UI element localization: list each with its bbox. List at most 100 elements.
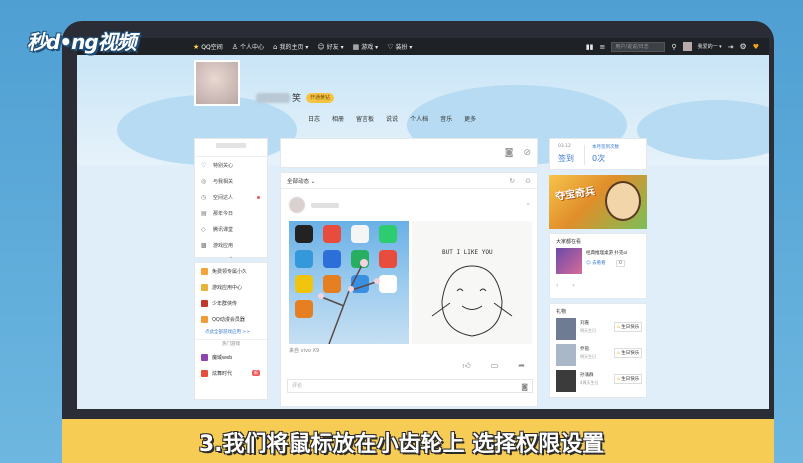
gift-icon: ⌂ (617, 325, 620, 330)
blossom-branches (318, 259, 380, 344)
feed-panel: 全部动态 ⌄ ↻ ⊙ ⌄ BUT I LIKE YOU 来自 vivo X9 👍… (280, 172, 538, 407)
birthday-gift-button[interactable]: ⌂ 生日快乐 (614, 374, 643, 384)
left-sidebar: ♡ 特别关心 ◎ 与我相关 ◷ 空间达人 ▤ 那年今日 ◇ 腾讯课堂 ▩ 游戏应… (194, 138, 268, 400)
birthday-gift-button[interactable]: ⌂ 生日快乐 (614, 322, 643, 332)
app-item-game-center[interactable]: 游戏应用中心 (195, 279, 267, 295)
settings-circle-icon[interactable]: ⊙ (525, 177, 531, 185)
app-icon (201, 299, 208, 307)
divider (584, 145, 585, 165)
right-sidebar: 03.12 签到 本月签到次数 0次 夺宝奇兵 大家都在看 经典推理桌游 扑克o… (549, 138, 647, 398)
vip-badge[interactable]: 开通黄钻 (306, 93, 335, 103)
sidebar-item-related[interactable]: ◎ 与我相关 (195, 173, 267, 189)
video-watermark-logo: 秒d•ng视频 (27, 30, 137, 54)
circle-icon: ◎ (201, 177, 207, 185)
post-photo-doodle[interactable]: BUT I LIKE YOU (412, 221, 532, 344)
all-games-link[interactable]: 点此全部游戏应用 >> (195, 327, 267, 339)
search-icon[interactable]: ⚲ (671, 43, 676, 51)
app-menu-panel: 免费领专属小久 游戏应用中心 少年群侠传 QQ动漫会员器 点此全部游戏应用 >>… (194, 262, 268, 400)
tab-music[interactable]: 音乐 (440, 114, 452, 123)
gift-row: 乔茵 明天生日 ⌂ 生日快乐 (556, 344, 644, 368)
feed-tools: ↻ ⊙ (509, 177, 531, 185)
sign-in-button[interactable]: 签到 (558, 153, 574, 164)
camera-icon[interactable]: ◙ (521, 381, 528, 393)
gift-icon: ♡ (387, 42, 394, 51)
sidebar-item-expert[interactable]: ◷ 空间达人 (195, 189, 267, 205)
search-input[interactable]: 用户/说说/日志 (611, 41, 666, 52)
sidebar-item-this-day[interactable]: ▤ 那年今日 (195, 205, 267, 221)
friend-avatar[interactable] (556, 344, 576, 366)
notification-dot (257, 195, 260, 199)
sidebar-item-classroom[interactable]: ◇ 腾讯课堂 (195, 221, 267, 237)
sign-date: 03.12 (558, 144, 571, 149)
recommended-game-name[interactable]: 经典推理桌游 扑克ol (586, 250, 644, 256)
sidebar-item-game-apps[interactable]: ▩ 游戏应用 (195, 237, 267, 253)
smiling-face-doodle (431, 265, 513, 337)
hot-games-label: 热门游戏 (195, 339, 267, 349)
tab-album[interactable]: 相册 (332, 114, 344, 123)
post-author[interactable] (289, 197, 339, 213)
recommended-title: 大家都在看 (556, 239, 582, 245)
app-item-qunxia[interactable]: 少年群侠传 (195, 295, 267, 311)
sidebar-item-special-care[interactable]: ♡ 特别关心 (195, 157, 267, 173)
game-icon (201, 369, 208, 377)
stats-icon[interactable]: ▮▮ (586, 43, 594, 51)
friend-avatar[interactable] (556, 370, 576, 392)
gear-icon[interactable]: ⚙ (740, 42, 747, 51)
game-item-moyu[interactable]: 魔域web (195, 349, 267, 365)
post-actions: 👍︎ ▭ ➦ (462, 361, 525, 371)
sign-total-label: 本月签到次数 (592, 145, 619, 150)
feed-filter[interactable]: 全部动态 ⌄ (287, 177, 315, 185)
app-item-xiaojiu[interactable]: 免费领专属小久 (195, 263, 267, 279)
share-icon[interactable]: ➦ (518, 361, 525, 371)
refresh-icon[interactable]: ↻ (509, 177, 515, 185)
diamond-icon[interactable]: ♥ (753, 43, 759, 51)
app-icon (201, 283, 208, 291)
compose-tools: ◙ ⊘ (505, 148, 531, 158)
topbar-item-decorate[interactable]: ♡ 装扮 ▾ (387, 42, 412, 52)
like-icon[interactable]: 👍︎ (462, 361, 470, 371)
post-photo-phone-screenshot[interactable] (289, 221, 409, 344)
profile-name: 笑 (292, 94, 302, 104)
qzone-brand[interactable]: ★ QQ空间 (193, 42, 223, 52)
go-see-button[interactable]: ☺ 去看看 (586, 260, 606, 266)
app-item-comic-vip[interactable]: QQ动漫会员器 (195, 311, 267, 327)
game-item-xuanwu[interactable]: 炫舞时代 新 (195, 365, 267, 381)
comment-icon[interactable]: ▭ (491, 361, 499, 371)
logout-icon[interactable]: ⇥ (728, 43, 734, 51)
recommended-game-image[interactable] (556, 248, 582, 274)
compose-box[interactable]: ◙ ⊘ (280, 138, 538, 168)
menu-icon[interactable]: ≡ (600, 43, 606, 51)
tab-home[interactable] (286, 114, 296, 123)
topbar-item-personal-center[interactable]: ♙ 个人中心 (232, 42, 264, 52)
tab-shuoshuo[interactable]: 说说 (386, 114, 398, 123)
birthday-gift-button[interactable]: ⌂ 生日快乐 (614, 348, 643, 358)
home-icon: ⌂ (273, 42, 278, 51)
post-avatar[interactable] (289, 197, 305, 213)
comment-input[interactable]: 评论 ◙ (287, 379, 533, 393)
tab-more[interactable]: 更多 (464, 114, 476, 123)
topbar-item-my-home[interactable]: ⌂ 我的主页 ▾ (273, 42, 308, 52)
friend-avatar[interactable] (556, 318, 576, 340)
user-avatar[interactable] (682, 42, 692, 51)
tab-message-board[interactable]: 留言板 (356, 114, 374, 123)
chevron-down-icon[interactable]: ⌄ (525, 199, 531, 207)
camera-icon[interactable]: ◙ (505, 148, 514, 158)
tab-blog[interactable]: 日志 (308, 114, 320, 123)
topbar-item-games[interactable]: ▦ 游戏 ▾ (353, 42, 379, 52)
link-icon[interactable]: ⊘ (523, 148, 531, 158)
carousel-nav[interactable]: ‹ › (556, 282, 581, 289)
profile-avatar[interactable] (194, 60, 240, 106)
gift-icon: ⌂ (617, 377, 620, 382)
recommended-panel: 大家都在看 经典推理桌游 扑克ol ☺ 去看看 0 ‹ › (549, 233, 647, 299)
gift-panel: 礼物 刘嘉 明天生日 ⌂ 生日快乐 乔茵 明天生日 ⌂ 生日快乐 孙涌群 4周天… (549, 303, 647, 398)
game-ad-banner[interactable]: 夺宝奇兵 (549, 175, 647, 229)
gift-icon: ⌂ (617, 351, 620, 356)
topbar-right-tools: ▮▮ ≡ 用户/说说/日志 ⚲ 我爱的一 ▾ ⇥ ⚙ ♥ (586, 38, 759, 55)
topbar-item-friends[interactable]: ☺ 好友 ▾ (317, 42, 343, 52)
tutorial-caption: 3.我们将鼠标放在小齿轮上 选择权限设置 (198, 432, 605, 457)
like-count: 0 (616, 260, 625, 267)
username-menu[interactable]: 我爱的一 ▾ (698, 43, 722, 50)
tab-profile[interactable]: 个人档 (410, 114, 428, 123)
calendar-icon: ▤ (201, 209, 207, 217)
main-feed-column: ◙ ⊘ 全部动态 ⌄ ↻ ⊙ ⌄ BUT I LIKE YOU 来自 vivo … (280, 138, 538, 407)
